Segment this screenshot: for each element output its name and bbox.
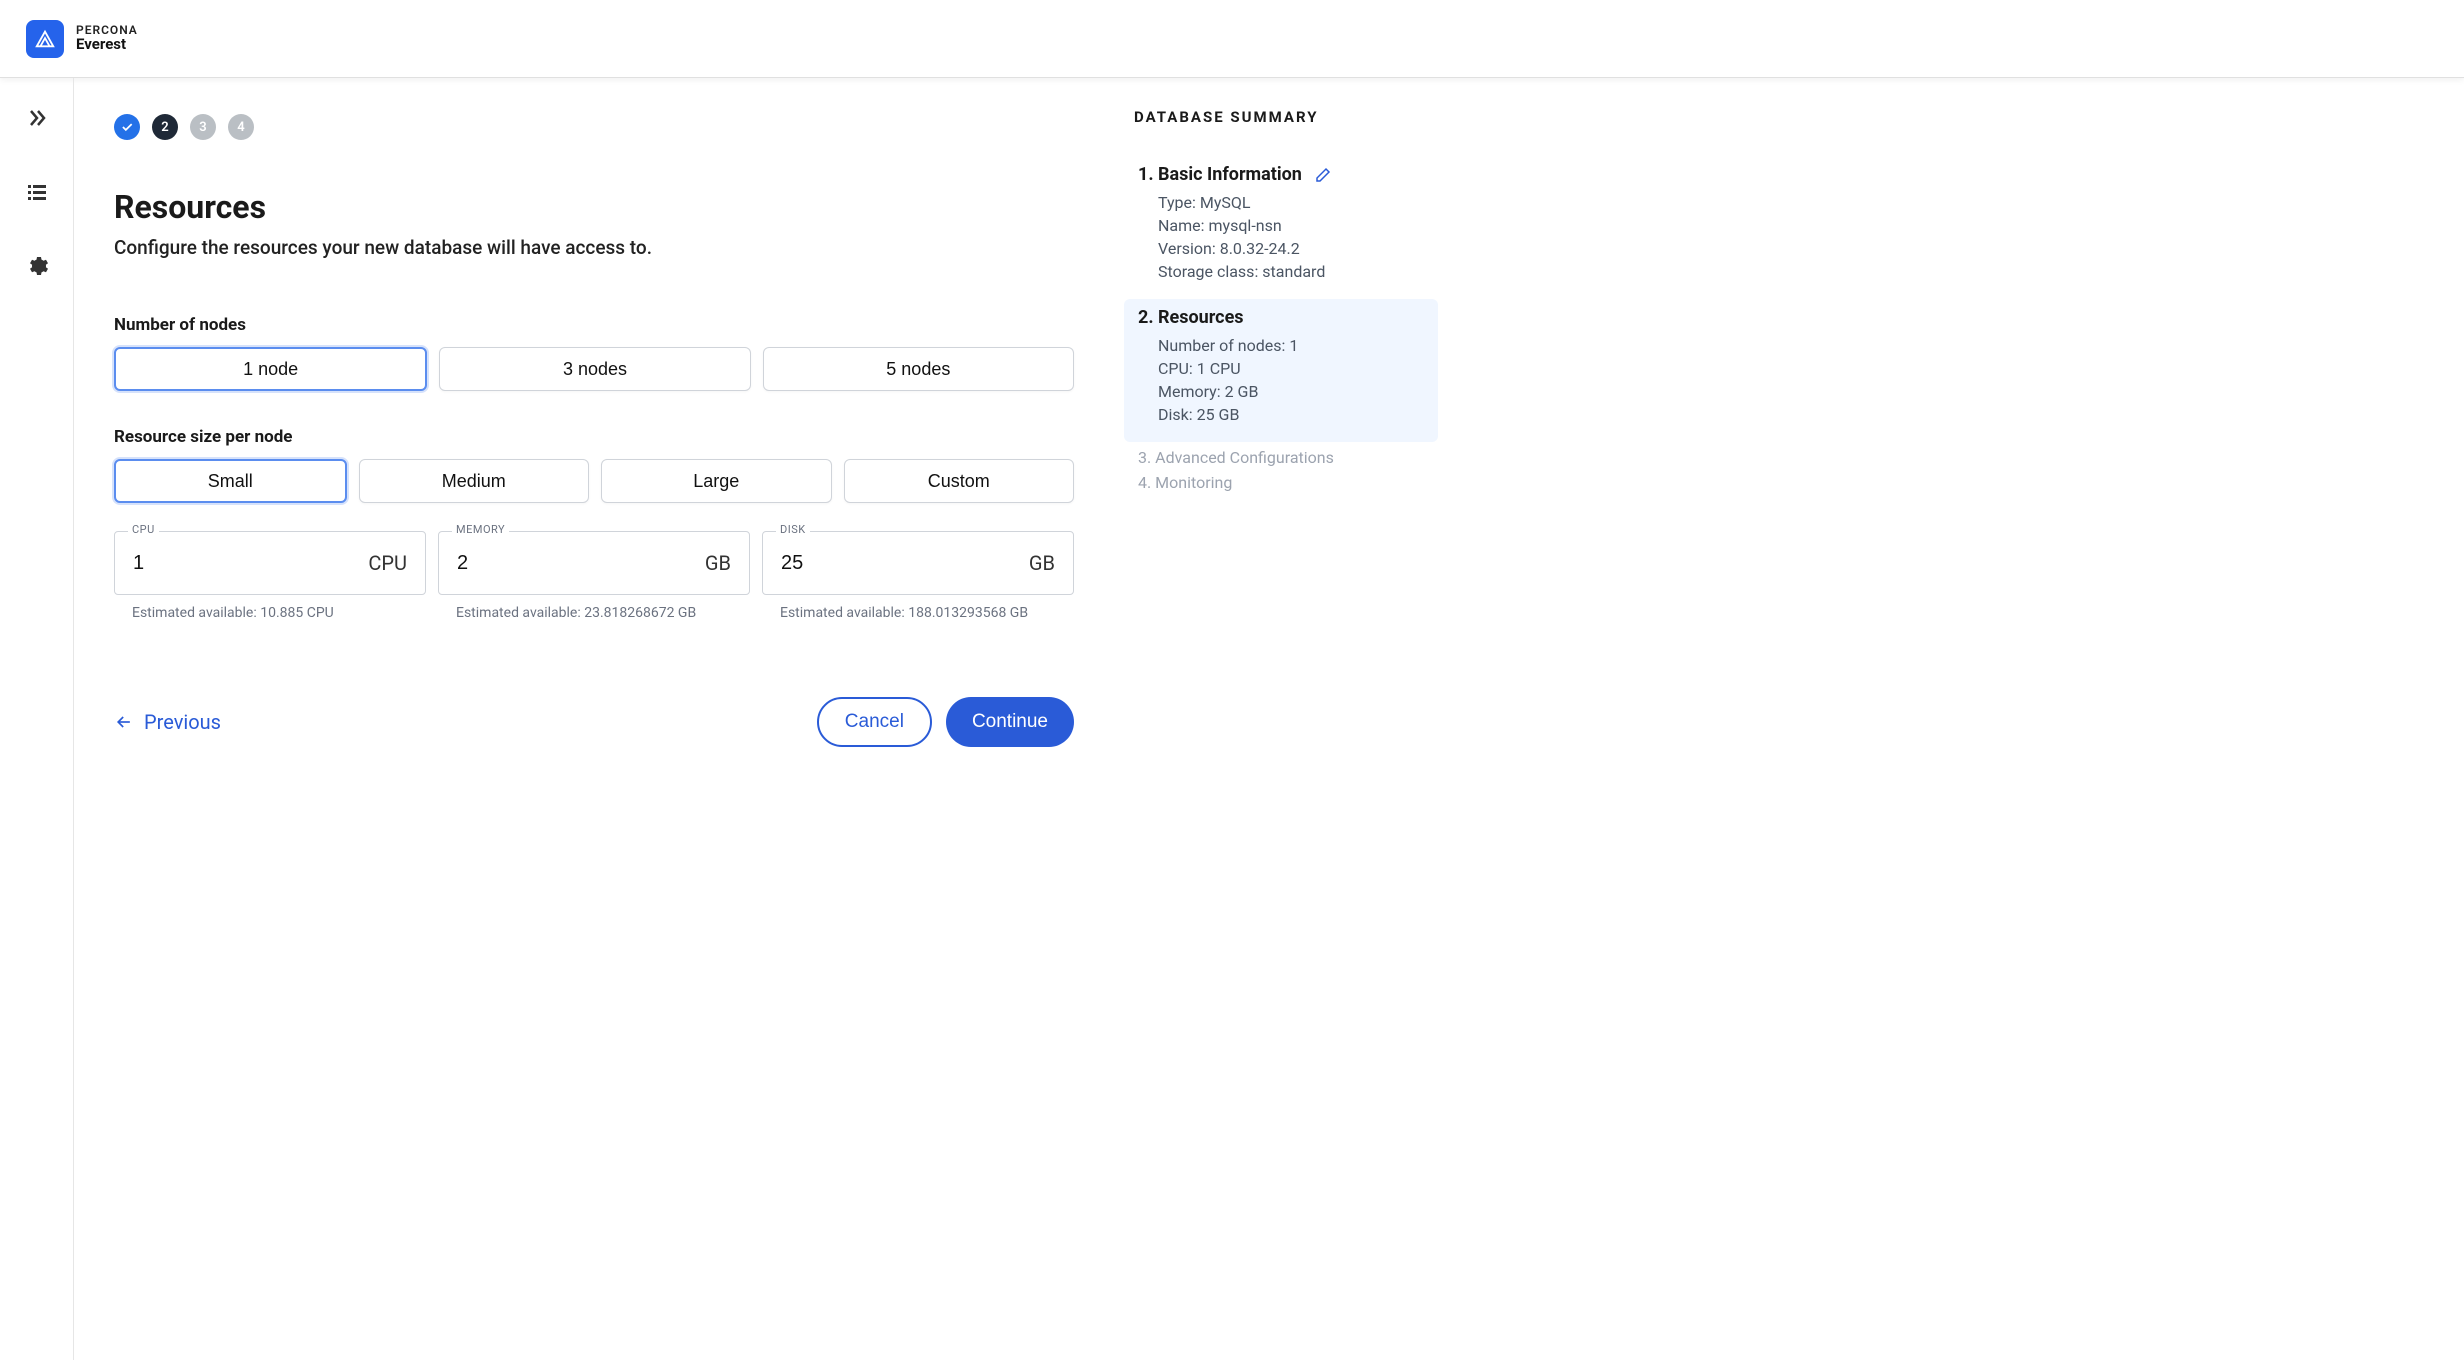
wizard-nav: Previous Cancel Continue <box>114 697 1074 747</box>
stepper: 2 3 4 <box>114 114 1074 140</box>
summary-advanced: 3. Advanced Configurations <box>1138 448 1438 467</box>
size-large[interactable]: Large <box>601 459 832 503</box>
summary-name: Name: mysql-nsn <box>1158 216 1424 235</box>
summary-version: Version: 8.0.32-24.2 <box>1158 239 1424 258</box>
nodes-options: 1 node 3 nodes 5 nodes <box>114 347 1074 391</box>
disk-help: Estimated available: 188.013293568 GB <box>762 605 1074 621</box>
logo-text: PERCONA Everest <box>76 24 138 52</box>
arrow-left-icon <box>114 712 134 732</box>
cancel-button[interactable]: Cancel <box>817 697 932 747</box>
summary-monitoring: 4. Monitoring <box>1138 473 1438 492</box>
summary-panel: DATABASE SUMMARY 1. Basic Information Ty… <box>1114 78 1454 1360</box>
cpu-input[interactable] <box>133 552 358 575</box>
summary-cpu: CPU: 1 CPU <box>1158 359 1424 378</box>
summary-s1-head: 1. Basic Information <box>1138 164 1302 185</box>
nodes-option-1[interactable]: 1 node <box>114 347 427 391</box>
sidebar-rail <box>0 78 74 1360</box>
summary-disk: Disk: 25 GB <box>1158 405 1424 424</box>
page-title: Resources <box>114 188 1074 226</box>
summary-basic-info: 1. Basic Information Type: MySQL Name: m… <box>1124 156 1438 299</box>
step-2-active[interactable]: 2 <box>152 114 178 140</box>
size-medium[interactable]: Medium <box>359 459 590 503</box>
continue-button[interactable]: Continue <box>946 697 1074 747</box>
memory-help: Estimated available: 23.818268672 GB <box>438 605 750 621</box>
app-header: PERCONA Everest <box>0 0 2464 78</box>
cpu-label: CPU <box>128 523 159 536</box>
summary-resources: 2. Resources Number of nodes: 1 CPU: 1 C… <box>1124 299 1438 442</box>
summary-memory: Memory: 2 GB <box>1158 382 1424 401</box>
brand-line2: Everest <box>76 37 138 53</box>
memory-input[interactable] <box>457 552 695 575</box>
cpu-help: Estimated available: 10.885 CPU <box>114 605 426 621</box>
memory-field: MEMORY GB Estimated available: 23.818268… <box>438 531 750 621</box>
size-small[interactable]: Small <box>114 459 347 503</box>
disk-field: DISK GB Estimated available: 188.0132935… <box>762 531 1074 621</box>
resource-fields: CPU CPU Estimated available: 10.885 CPU … <box>114 531 1074 621</box>
disk-label: DISK <box>776 523 810 536</box>
disk-unit: GB <box>1029 551 1055 575</box>
previous-button[interactable]: Previous <box>114 710 221 734</box>
memory-unit: GB <box>705 551 731 575</box>
nodes-option-5[interactable]: 5 nodes <box>763 347 1074 391</box>
summary-title: DATABASE SUMMARY <box>1134 108 1438 126</box>
step-3[interactable]: 3 <box>190 114 216 140</box>
summary-s2-head: 2. Resources <box>1138 307 1244 328</box>
summary-nodes: Number of nodes: 1 <box>1158 336 1424 355</box>
nodes-label: Number of nodes <box>114 315 1074 335</box>
gear-icon[interactable] <box>25 254 49 282</box>
edit-icon[interactable] <box>1314 166 1332 184</box>
memory-label: MEMORY <box>452 523 509 536</box>
previous-label: Previous <box>144 710 221 734</box>
size-label: Resource size per node <box>114 427 1074 447</box>
size-custom[interactable]: Custom <box>844 459 1075 503</box>
expand-sidebar-icon[interactable] <box>25 106 49 134</box>
page-subtitle: Configure the resources your new databas… <box>114 236 1074 259</box>
nodes-option-3[interactable]: 3 nodes <box>439 347 750 391</box>
size-options: Small Medium Large Custom <box>114 459 1074 503</box>
disk-input[interactable] <box>781 552 1019 575</box>
step-1-done[interactable] <box>114 114 140 140</box>
cpu-field: CPU CPU Estimated available: 10.885 CPU <box>114 531 426 621</box>
step-4[interactable]: 4 <box>228 114 254 140</box>
cpu-unit: CPU <box>368 551 407 575</box>
list-icon[interactable] <box>25 180 49 208</box>
summary-storage: Storage class: standard <box>1158 262 1424 281</box>
main-content: 2 3 4 Resources Configure the resources … <box>74 78 1114 1360</box>
logo-icon <box>26 20 64 58</box>
summary-type: Type: MySQL <box>1158 193 1424 212</box>
